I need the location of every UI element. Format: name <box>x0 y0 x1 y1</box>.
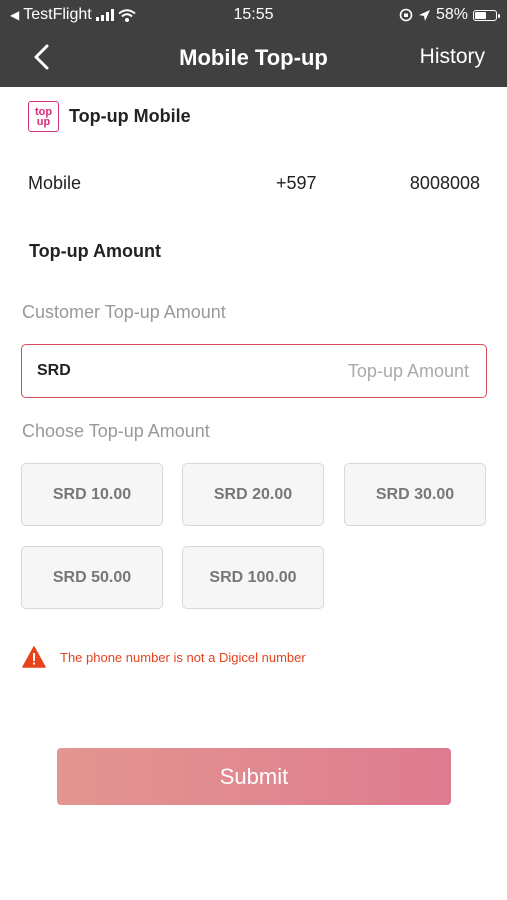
battery-percent: 58% <box>435 6 468 23</box>
brand-name: Top-up Mobile <box>69 106 191 126</box>
navigation-bar: Mobile Top-up History <box>0 30 507 87</box>
amount-option-10[interactable]: SRD 10.00 <box>21 463 163 526</box>
battery-fill <box>475 11 486 19</box>
choose-amount-caption: Choose Top-up Amount <box>22 421 210 441</box>
status-right: 58% <box>399 6 500 24</box>
logo-line-top: top <box>34 105 53 118</box>
logo-line-up: up <box>36 115 51 128</box>
location-icon <box>418 9 430 21</box>
warning-icon <box>22 646 46 668</box>
header-bar: ◀ TestFlight 15:55 58% Mobile Top-up His… <box>0 0 507 87</box>
status-bar: ◀ TestFlight 15:55 58% <box>0 0 507 30</box>
battery-icon <box>473 9 500 21</box>
submit-button[interactable]: Submit <box>57 748 451 805</box>
topup-amount-input[interactable] <box>70 359 471 383</box>
amount-option-20[interactable]: SRD 20.00 <box>182 463 324 526</box>
amount-option-30[interactable]: SRD 30.00 <box>344 463 486 526</box>
topup-logo: top up <box>28 101 59 132</box>
currency-label: SRD <box>37 362 71 379</box>
history-button[interactable]: History <box>420 45 485 69</box>
customer-amount-caption: Customer Top-up Amount <box>22 302 226 322</box>
mobile-number: 8008008 <box>409 173 480 193</box>
orientation-lock-icon <box>399 8 413 22</box>
mobile-label: Mobile <box>28 173 82 193</box>
brand-row: top up Top-up Mobile <box>28 101 191 132</box>
error-text: The phone number is not a Digicel number <box>60 649 306 665</box>
error-message: The phone number is not a Digicel number <box>22 646 306 668</box>
amount-option-100[interactable]: SRD 100.00 <box>182 546 324 609</box>
topup-amount-heading: Top-up Amount <box>29 241 161 261</box>
country-code: +597 <box>276 173 317 193</box>
amount-option-50[interactable]: SRD 50.00 <box>21 546 163 609</box>
topup-amount-field[interactable]: SRD <box>21 344 487 398</box>
